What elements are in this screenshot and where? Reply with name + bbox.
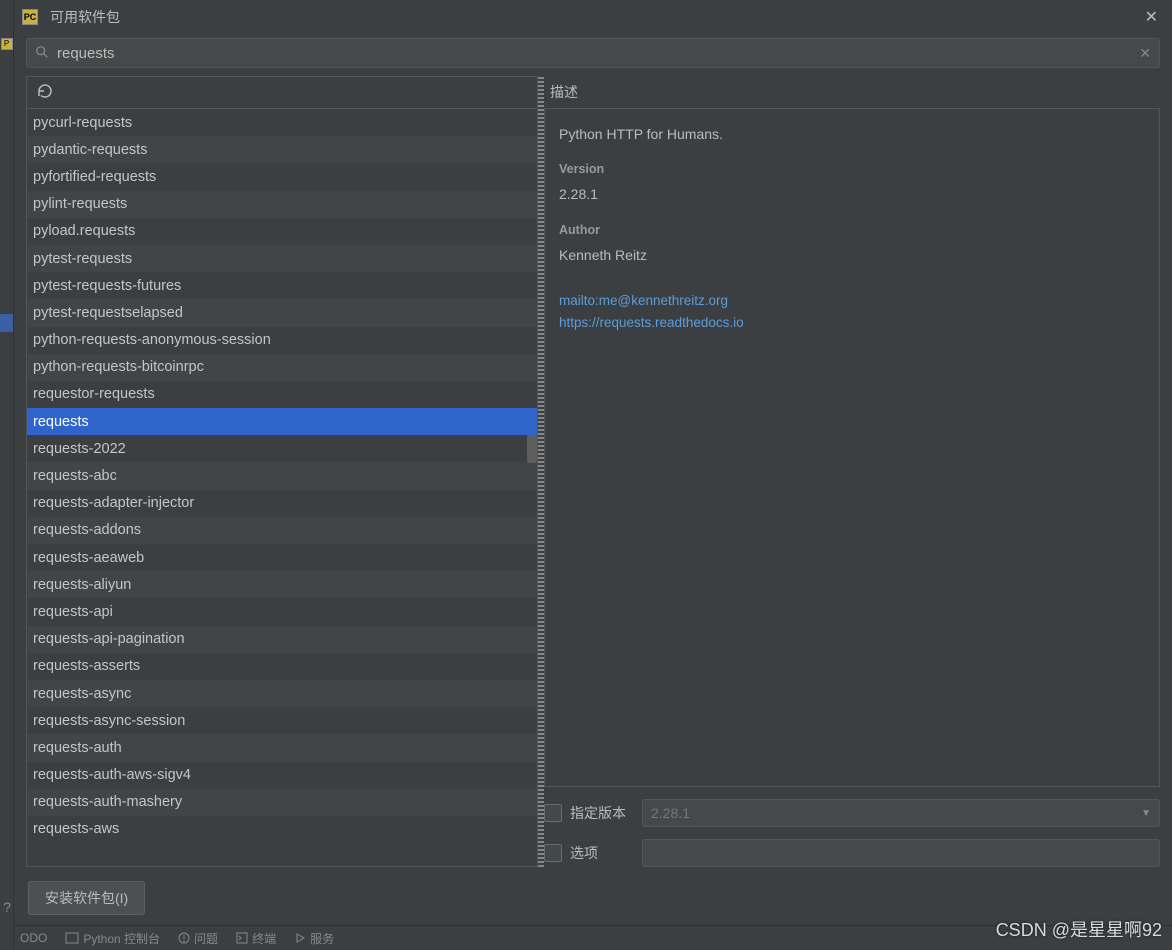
package-list-panel: pycurl-requestspydantic-requestspyfortif…: [26, 76, 538, 867]
package-item[interactable]: requests-aliyun: [27, 571, 537, 598]
sidebar-active-indicator: [0, 314, 13, 332]
package-item[interactable]: requests-adapter-injector: [27, 490, 537, 517]
package-list[interactable]: pycurl-requestspydantic-requestspyfortif…: [27, 109, 537, 866]
package-scrollbar[interactable]: [525, 109, 537, 866]
package-item[interactable]: requests-auth-mashery: [27, 789, 537, 816]
package-item[interactable]: pycurl-requests: [27, 109, 537, 136]
chevron-down-icon: ▼: [1141, 808, 1151, 819]
package-item[interactable]: requests-api: [27, 598, 537, 625]
python-console-tool[interactable]: Python 控制台: [65, 930, 160, 947]
package-item[interactable]: python-requests-anonymous-session: [27, 327, 537, 354]
package-item[interactable]: pytest-requestselapsed: [27, 299, 537, 326]
terminal-tool[interactable]: 终端: [236, 930, 276, 947]
search-box[interactable]: ✕: [26, 38, 1160, 68]
left-gutter: P ?: [0, 0, 14, 950]
refresh-icon[interactable]: [37, 83, 53, 103]
version-value: 2.28.1: [559, 183, 1145, 205]
package-item[interactable]: requests-auth-aws-sigv4: [27, 762, 537, 789]
detail-header-label: 描述: [544, 76, 1160, 108]
author-label: Author: [559, 220, 1145, 240]
package-item[interactable]: pydantic-requests: [27, 136, 537, 163]
package-item[interactable]: requests-api-pagination: [27, 626, 537, 653]
package-item[interactable]: requests-2022: [27, 435, 537, 462]
options-checkbox[interactable]: [544, 844, 562, 862]
email-link[interactable]: mailto:me@kennethreitz.org: [559, 290, 1145, 312]
clear-search-icon[interactable]: ✕: [1139, 45, 1151, 62]
search-input[interactable]: [57, 45, 1139, 62]
specify-version-checkbox[interactable]: [544, 804, 562, 822]
status-bar: ODO Python 控制台 问题 终端 服务: [14, 925, 1172, 950]
package-item[interactable]: requests-aws: [27, 816, 537, 843]
package-item[interactable]: requestor-requests: [27, 381, 537, 408]
detail-panel: 描述 Python HTTP for Humans. Version 2.28.…: [544, 76, 1160, 867]
package-item[interactable]: pytest-requests: [27, 245, 537, 272]
version-combobox-value: 2.28.1: [651, 805, 690, 821]
package-item[interactable]: requests-addons: [27, 517, 537, 544]
close-icon[interactable]: ✕: [1145, 7, 1158, 27]
options-label: 选项: [570, 843, 634, 863]
package-item[interactable]: pytest-requests-futures: [27, 272, 537, 299]
package-description: Python HTTP for Humans.: [559, 123, 1145, 145]
dialog-title: 可用软件包: [50, 7, 120, 27]
version-combobox[interactable]: 2.28.1 ▼: [642, 799, 1160, 827]
options-field[interactable]: [642, 839, 1160, 867]
package-item[interactable]: requests-asserts: [27, 653, 537, 680]
version-label: Version: [559, 159, 1145, 179]
docs-link[interactable]: https://requests.readthedocs.io: [559, 312, 1145, 334]
package-item[interactable]: requests-auth: [27, 734, 537, 761]
detail-body: Python HTTP for Humans. Version 2.28.1 A…: [544, 108, 1160, 787]
package-item[interactable]: requests: [27, 408, 537, 435]
package-item[interactable]: requests-aeaweb: [27, 544, 537, 571]
package-item[interactable]: pyfortified-requests: [27, 163, 537, 190]
todo-tool[interactable]: ODO: [20, 931, 47, 945]
package-item[interactable]: requests-abc: [27, 462, 537, 489]
package-item[interactable]: pyload.requests: [27, 218, 537, 245]
package-item[interactable]: pylint-requests: [27, 191, 537, 218]
pycharm-app-icon: PC: [22, 9, 38, 25]
scrollbar-thumb[interactable]: [527, 435, 537, 463]
package-item[interactable]: requests-async: [27, 680, 537, 707]
services-tool[interactable]: 服务: [294, 930, 334, 947]
problems-tool[interactable]: 问题: [178, 930, 218, 947]
dialog-titlebar: PC 可用软件包 ✕: [14, 0, 1172, 34]
install-package-button[interactable]: 安装软件包(I): [28, 881, 145, 915]
author-value: Kenneth Reitz: [559, 244, 1145, 266]
pycharm-small-icon: P: [1, 38, 13, 50]
search-icon: [35, 45, 49, 62]
specify-version-label: 指定版本: [570, 803, 634, 823]
package-item[interactable]: requests-async-session: [27, 707, 537, 734]
package-item[interactable]: python-requests-bitcoinrpc: [27, 354, 537, 381]
help-icon[interactable]: ?: [0, 892, 14, 922]
